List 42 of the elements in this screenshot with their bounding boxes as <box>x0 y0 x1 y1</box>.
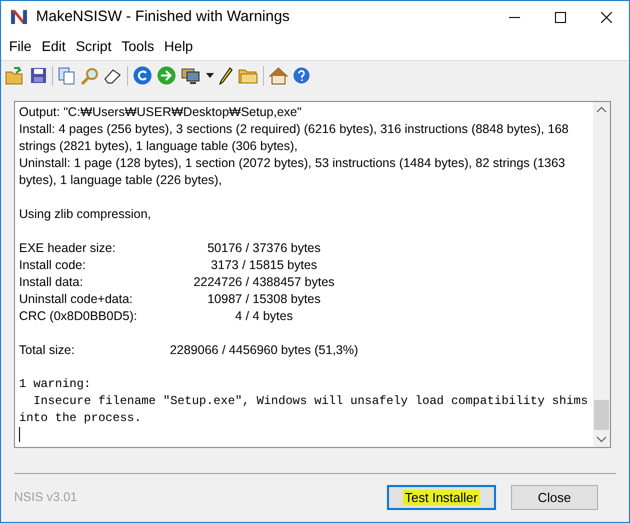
save-icon[interactable] <box>30 67 47 84</box>
size-label: EXE header size: <box>19 240 117 257</box>
menu-item[interactable]: Script <box>70 36 116 57</box>
menu-item[interactable]: Tools <box>116 36 160 57</box>
size-label: Install code: <box>19 257 87 274</box>
window-title: MakeNSISW - Finished with Warnings <box>36 6 290 27</box>
caret-icon[interactable] <box>206 73 214 78</box>
folders-icon[interactable] <box>238 66 258 84</box>
size-value: 3173 / 15815 bytes <box>210 257 318 274</box>
size-value: 2224726 / 4388457 bytes <box>192 274 336 291</box>
size-value: 4 / 4 bytes <box>234 308 294 325</box>
log-line: Uninstall: 1 page (128 bytes), 1 section (2072 bytes), 53 instructions (1484 bytes), 82 strings (1363 bytes), 1 language table (226 bytes), <box>19 155 566 189</box>
search-icon[interactable] <box>81 66 99 84</box>
eraser-icon[interactable] <box>104 68 122 84</box>
text-cursor <box>19 427 20 442</box>
size-label: Uninstall code+data: <box>19 291 134 308</box>
version-label: NSIS v3.01 <box>14 489 78 506</box>
menu-item[interactable]: Edit <box>36 36 71 57</box>
size-value: 10987 / 15308 bytes <box>206 291 322 308</box>
menu-item[interactable]: Help <box>159 36 198 57</box>
dialog-button[interactable]: Test Installer <box>386 485 496 510</box>
warning-line: Insecure filename "Setup.exe", Windows will unsafely load compatibility shims into the process. <box>19 393 589 427</box>
refresh-icon[interactable] <box>133 66 152 85</box>
size-label: Install data: <box>19 274 84 291</box>
size-label: Total size: <box>19 342 76 359</box>
pencil-icon[interactable] <box>219 66 233 84</box>
open-folder-icon[interactable] <box>5 66 25 84</box>
scrollbar-thumb[interactable] <box>594 400 609 430</box>
copy-icon[interactable] <box>58 66 76 84</box>
monitor-icon[interactable] <box>181 66 201 84</box>
home-icon[interactable] <box>269 66 288 84</box>
warning-line: 1 warning: <box>19 376 92 393</box>
app-logo-icon <box>10 8 28 26</box>
help-icon[interactable] <box>293 67 310 84</box>
size-label: CRC (0x8D0BB0D5): <box>19 308 138 325</box>
size-value: 50176 / 37376 bytes <box>206 240 322 257</box>
log-line: Using zlib compression, <box>19 206 152 223</box>
dialog-button[interactable]: Close <box>510 485 598 510</box>
log-line: Install: 4 pages (256 bytes), 3 sections (2 required) (6216 bytes), 316 instructions (8848 bytes), 168 strings (2821 bytes), 1 language table (306 bytes), <box>19 121 570 155</box>
log-line: Output: "C:₩Users₩USER₩Desktop₩Setup,exe" <box>19 104 303 121</box>
menu-item[interactable]: File <box>4 36 37 57</box>
size-value: 2289066 / 4456960 bytes (51,3%) <box>169 342 359 359</box>
